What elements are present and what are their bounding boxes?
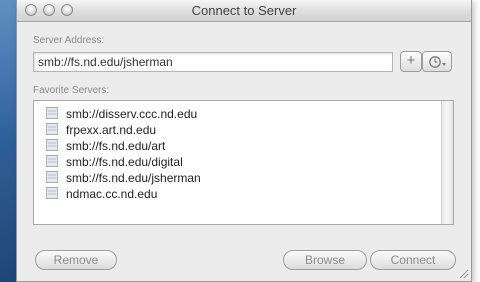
list-item-label: frpexx.art.nd.edu — [66, 122, 157, 137]
recent-servers-button[interactable] — [422, 51, 452, 72]
connect-to-server-window: Connect to Server Server Address: smb://… — [16, 0, 472, 282]
title-bar[interactable]: Connect to Server — [17, 0, 471, 22]
list-scrollbar[interactable] — [441, 101, 453, 224]
list-item-label: smb://fs.nd.edu/art — [66, 138, 166, 153]
list-item[interactable]: smb://fs.nd.edu/digital — [46, 153, 183, 169]
list-item[interactable]: smb://fs.nd.edu/jsherman — [46, 169, 201, 185]
window-title: Connect to Server — [191, 3, 297, 18]
server-icon — [46, 186, 58, 199]
list-item-label: smb://disserv.ccc.nd.edu — [66, 106, 198, 121]
add-to-favorites-button[interactable]: + — [400, 51, 422, 72]
list-item[interactable]: smb://disserv.ccc.nd.edu — [46, 105, 197, 121]
list-item-label: smb://fs.nd.edu/digital — [66, 154, 183, 169]
server-icon — [46, 154, 58, 167]
server-icon — [46, 138, 58, 151]
server-icon — [46, 106, 58, 119]
desktop-background — [0, 0, 16, 282]
server-icon — [46, 170, 58, 183]
server-address-label: Server Address: — [33, 35, 105, 46]
connect-button[interactable]: Connect — [370, 250, 456, 270]
list-item-label: smb://fs.nd.edu/jsherman — [66, 170, 201, 185]
server-address-input[interactable]: smb://fs.nd.edu/jsherman — [33, 52, 393, 72]
plus-icon: + — [406, 52, 416, 69]
remove-button[interactable]: Remove — [35, 250, 117, 270]
browse-button[interactable]: Browse — [283, 250, 367, 270]
resize-grip-icon[interactable] — [458, 268, 469, 279]
clock-icon — [429, 56, 446, 68]
list-item[interactable]: smb://fs.nd.edu/art — [46, 137, 165, 153]
favorite-servers-label: Favorite Servers: — [33, 85, 110, 96]
list-item-label: ndmac.cc.nd.edu — [66, 186, 158, 201]
list-item[interactable]: ndmac.cc.nd.edu — [46, 185, 157, 201]
server-icon — [46, 122, 58, 135]
list-item[interactable]: frpexx.art.nd.edu — [46, 121, 156, 137]
favorite-servers-list[interactable]: smb://disserv.ccc.nd.edu frpexx.art.nd.e… — [33, 100, 454, 225]
